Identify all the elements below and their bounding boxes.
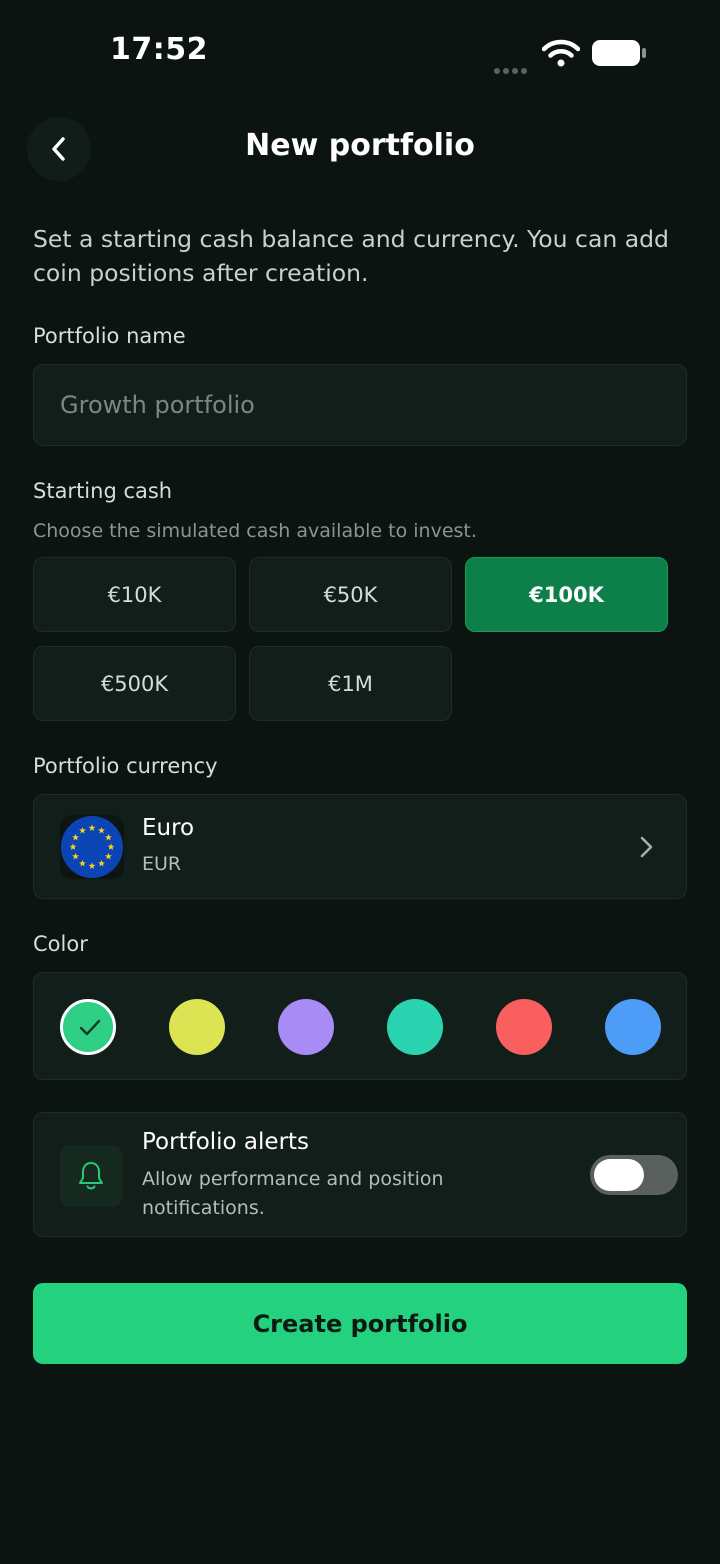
status-time: 17:52 [110,32,208,67]
chevron-right-icon [640,836,653,858]
page-title: New portfolio [245,128,475,163]
portfolio-alerts-card: Portfolio alerts Allow performance and p… [33,1112,687,1237]
battery-icon [592,40,646,66]
portfolio-name-input[interactable] [33,364,687,446]
currency-code: EUR [142,853,182,875]
create-portfolio-button[interactable]: Create portfolio [33,1283,687,1364]
bell-icon [79,1162,103,1190]
alerts-toggle[interactable] [590,1155,678,1195]
intro-text: Set a starting cash balance and currency… [33,225,669,287]
currency-selector[interactable]: Euro EUR [33,794,687,899]
cash-option-10k[interactable]: €10K [33,557,236,632]
check-icon [79,1019,101,1036]
toggle-knob [594,1159,644,1191]
cash-option-100k[interactable]: €100K [465,557,668,632]
color-swatch-yellow[interactable] [169,999,225,1055]
color-label: Color [33,932,88,956]
color-swatch-green[interactable] [60,999,116,1055]
cash-option-500k[interactable]: €500K [33,646,236,721]
signal-icon [494,59,530,78]
portfolio-currency-label: Portfolio currency [33,754,218,778]
color-swatch-teal[interactable] [387,999,443,1055]
alerts-title: Portfolio alerts [142,1129,310,1155]
color-swatch-blue[interactable] [605,999,661,1055]
eu-flag-icon [61,816,123,878]
currency-flag [60,815,124,879]
cash-option-50k[interactable]: €50K [249,557,452,632]
currency-name: Euro [142,815,195,841]
alerts-description: Allow performance and position notificat… [142,1168,444,1219]
wifi-icon [542,39,580,67]
color-swatch-purple[interactable] [278,999,334,1055]
status-bar: 17:52 [0,0,720,100]
cash-option-1m[interactable]: €1M [249,646,452,721]
starting-cash-help: Choose the simulated cash available to i… [33,520,477,542]
bell-icon-wrap [60,1145,122,1207]
color-picker [33,972,687,1080]
color-swatch-red[interactable] [496,999,552,1055]
starting-cash-label: Starting cash [33,479,173,503]
portfolio-name-label: Portfolio name [33,324,186,348]
